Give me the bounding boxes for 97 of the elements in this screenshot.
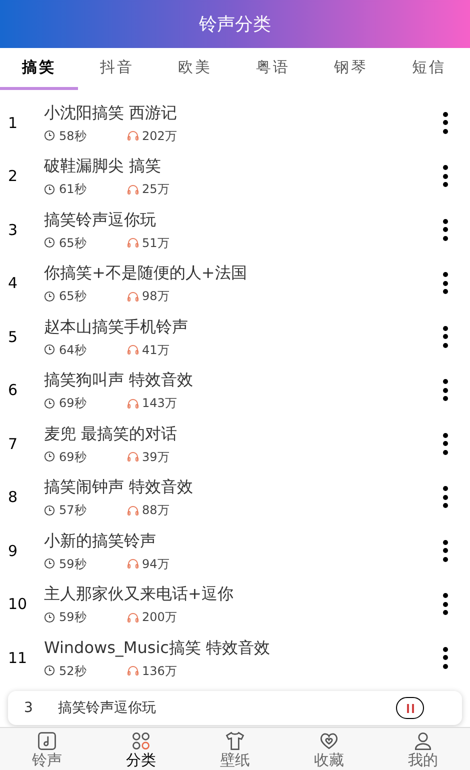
clock-icon — [44, 665, 55, 676]
category-tab[interactable]: 钢琴 — [312, 48, 390, 90]
category-tab[interactable]: 搞笑 — [0, 48, 78, 90]
page-title: 铃声分类 — [199, 12, 271, 36]
song-duration: 65秒 — [59, 288, 88, 306]
more-icon[interactable] — [442, 432, 448, 455]
grid-icon — [130, 730, 152, 752]
song-duration: 59秒 — [59, 609, 88, 626]
clock-icon — [44, 504, 55, 516]
song-duration: 64秒 — [59, 342, 88, 359]
clock-icon — [44, 237, 55, 248]
category-tab[interactable]: 抖音 — [78, 48, 156, 90]
more-icon[interactable] — [442, 593, 448, 616]
more-icon[interactable] — [442, 165, 448, 188]
play-count: 51万 — [142, 234, 170, 252]
song-title[interactable]: Windows_Music搞笑 特效音效 — [44, 636, 442, 660]
song-duration: 65秒 — [59, 234, 88, 252]
song-title[interactable]: 麦兜 最搞笑的对话 — [44, 422, 442, 446]
clock-icon — [44, 451, 55, 462]
play-count: 25万 — [142, 181, 170, 198]
rank-number: 3 — [7, 220, 19, 240]
play-count: 98万 — [142, 288, 170, 306]
more-icon[interactable] — [442, 326, 448, 348]
song-duration: 69秒 — [59, 395, 88, 412]
headphones-icon — [127, 398, 139, 409]
clock-icon — [44, 558, 55, 570]
rank-number: 4 — [7, 273, 19, 294]
nav-tab[interactable]: 分类 — [94, 728, 188, 770]
play-count: 202万 — [142, 128, 177, 145]
play-count: 200万 — [142, 609, 177, 626]
pause-button[interactable] — [396, 697, 424, 719]
nav-tab[interactable]: 壁纸 — [188, 728, 282, 770]
play-count: 136万 — [142, 662, 177, 680]
play-count: 143万 — [142, 395, 177, 412]
song-title[interactable]: 搞笑闹钟声 特效音效 — [44, 475, 442, 500]
category-tab[interactable]: 粤语 — [234, 48, 312, 90]
headphones-icon — [127, 451, 139, 462]
category-tab[interactable]: 短信 — [390, 48, 468, 90]
player-title: 搞笑铃声逗你玩 — [58, 698, 157, 718]
player-rank: 3 — [23, 698, 34, 718]
play-count: 94万 — [142, 556, 170, 573]
headphones-icon — [127, 665, 139, 676]
more-icon[interactable] — [442, 486, 448, 508]
song-duration: 69秒 — [59, 448, 88, 466]
more-icon[interactable] — [442, 379, 448, 402]
rank-number: 8 — [7, 487, 19, 508]
clock-icon — [44, 344, 55, 356]
headphones-icon — [127, 237, 139, 248]
song-title[interactable]: 赵本山搞笑手机铃声 — [44, 314, 442, 339]
category-tab[interactable]: 欧美 — [156, 48, 234, 90]
more-icon[interactable] — [442, 218, 448, 241]
rank-number: 1 — [7, 112, 19, 134]
rank-number: 6 — [7, 380, 19, 401]
song-title[interactable]: 搞笑狗叫声 特效音效 — [44, 368, 442, 392]
more-icon[interactable] — [442, 540, 448, 562]
song-duration: 61秒 — [59, 181, 88, 198]
song-title[interactable]: 破鞋漏脚尖 搞笑 — [44, 154, 442, 178]
clock-icon — [44, 184, 55, 195]
headphones-icon — [127, 558, 139, 570]
play-count: 39万 — [142, 448, 170, 466]
headphones-icon — [127, 612, 139, 623]
nav-tab[interactable]: 铃声 — [0, 728, 94, 770]
clock-icon — [44, 398, 55, 409]
headphones-icon — [127, 130, 139, 142]
more-icon[interactable] — [442, 272, 448, 294]
headphones-icon — [127, 504, 139, 516]
song-title[interactable]: 小新的搞笑铃声 — [44, 528, 442, 553]
clock-icon — [44, 130, 55, 142]
rank-number: 5 — [7, 326, 19, 348]
song-title[interactable]: 主人那家伙又来电话+逗你 — [44, 582, 442, 606]
song-duration: 58秒 — [59, 128, 88, 145]
rank-number: 7 — [7, 434, 19, 454]
person-icon — [412, 730, 434, 752]
more-icon[interactable] — [442, 646, 448, 669]
nav-tab[interactable]: 收藏 — [282, 728, 376, 770]
clock-icon — [44, 612, 55, 623]
clock-icon — [44, 290, 55, 302]
music-note-icon — [36, 730, 58, 752]
headphones-icon — [127, 290, 139, 302]
play-count: 41万 — [142, 342, 170, 359]
nav-tab[interactable]: 我的 — [376, 728, 470, 770]
play-count: 88万 — [142, 502, 170, 520]
headphones-icon — [127, 184, 139, 195]
mini-player[interactable]: 3 搞笑铃声逗你玩 — [8, 691, 462, 725]
song-duration: 52秒 — [59, 662, 88, 680]
song-duration: 59秒 — [59, 556, 88, 573]
rank-number: 2 — [7, 166, 19, 187]
more-icon[interactable] — [442, 112, 448, 134]
headphones-icon — [127, 344, 139, 356]
song-title[interactable]: 你搞笑+不是随便的人+法国 — [44, 261, 442, 286]
rank-number: 11 — [7, 648, 28, 668]
song-title[interactable]: 小沈阳搞笑 西游记 — [44, 100, 442, 125]
rank-number: 9 — [7, 540, 19, 562]
rank-number: 10 — [7, 594, 28, 615]
shirt-icon — [224, 730, 246, 752]
song-duration: 57秒 — [59, 502, 88, 520]
song-title[interactable]: 搞笑铃声逗你玩 — [44, 208, 442, 232]
